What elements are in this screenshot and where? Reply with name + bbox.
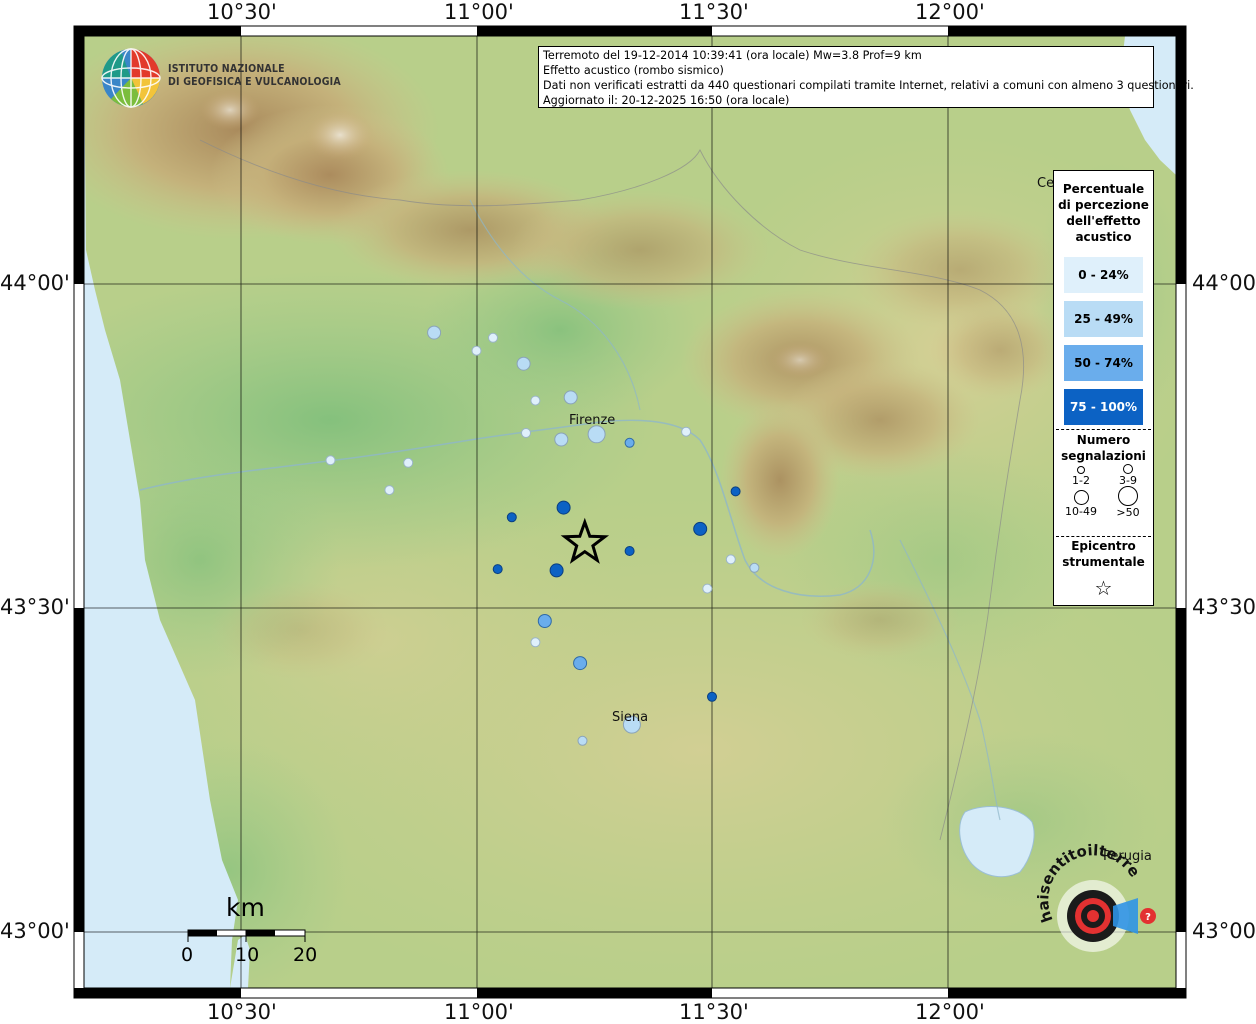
observation-point bbox=[624, 546, 635, 556]
observation-point bbox=[587, 425, 606, 444]
observation-point bbox=[702, 583, 713, 594]
terrain-layer bbox=[84, 36, 1176, 988]
data-note: Dati non verificati estratti da 440 ques… bbox=[543, 79, 1194, 92]
size-circle-icon bbox=[1073, 490, 1089, 505]
legend-swatch-50-74: 50 - 74% bbox=[1064, 345, 1143, 381]
legend-divider bbox=[1056, 536, 1151, 537]
bottom-axis-label: 11°00' bbox=[444, 1000, 514, 1024]
institute-line-1: ISTITUTO NAZIONALE bbox=[168, 63, 285, 75]
bottom-axis-label: 10°30' bbox=[207, 1000, 277, 1024]
legend-epicenter-line: Epicentro bbox=[1071, 539, 1136, 553]
legend-size-1-2: 1-2 bbox=[1056, 466, 1106, 487]
legend-epicenter-line: strumentale bbox=[1062, 555, 1145, 569]
svg-text:?: ? bbox=[1145, 912, 1151, 923]
legend-divider bbox=[1056, 429, 1151, 430]
observation-point bbox=[384, 485, 395, 496]
left-axis-label: 43°00' bbox=[0, 919, 70, 943]
observation-point bbox=[624, 437, 635, 448]
legend-size-10-49: 10-49 bbox=[1056, 490, 1106, 518]
top-axis-label: 10°30' bbox=[207, 0, 277, 24]
observation-point bbox=[681, 426, 692, 437]
observation-point bbox=[516, 356, 531, 371]
legend-title-line: Percentuale bbox=[1062, 182, 1145, 196]
observation-point bbox=[506, 512, 517, 523]
observation-point bbox=[749, 562, 760, 573]
legend-size-label: 1-2 bbox=[1072, 474, 1090, 487]
legend-size-over-50: >50 bbox=[1103, 486, 1153, 519]
legend-swatch-25-49: 25 - 49% bbox=[1064, 301, 1143, 337]
city-label-partial: Ce bbox=[1037, 176, 1055, 191]
legend-title: Percentuale di percezione dell'effetto a… bbox=[1054, 181, 1153, 245]
event-info-box: Terremoto del 19-12-2014 10:39:41 (ora l… bbox=[538, 46, 1194, 108]
observation-point bbox=[556, 500, 571, 515]
left-axis-label: 44°00' bbox=[0, 271, 70, 295]
left-axis-label: 43°30' bbox=[0, 595, 70, 619]
institute-line-2: DI GEOFISICA E VULCANOLOGIA bbox=[168, 76, 341, 88]
observation-point bbox=[325, 455, 336, 466]
effect-type: Effetto acustico (rombo sismico) bbox=[543, 64, 724, 77]
bottom-axis-label: 11°30' bbox=[679, 1000, 749, 1024]
observation-point bbox=[725, 554, 736, 565]
top-axis-label: 11°30' bbox=[679, 0, 749, 24]
legend-panel: Percentuale di percezione dell'effetto a… bbox=[1053, 170, 1154, 606]
right-axis-label: 43°30' bbox=[1192, 595, 1256, 619]
observation-point bbox=[488, 332, 498, 343]
observation-point bbox=[537, 614, 552, 628]
legend-title-line: acustico bbox=[1075, 230, 1132, 244]
observation-point bbox=[403, 457, 414, 468]
size-circle-icon bbox=[1118, 486, 1138, 506]
observation-point bbox=[573, 656, 588, 671]
observation-point bbox=[693, 521, 708, 536]
legend-count-title: Numero segnalazioni bbox=[1054, 432, 1153, 464]
observation-point bbox=[563, 390, 578, 405]
observation-point bbox=[521, 428, 531, 438]
observation-point bbox=[471, 345, 482, 356]
ingv-globe-logo bbox=[101, 48, 161, 108]
observation-point bbox=[530, 637, 541, 648]
legend-size-grid: 1-2 3-9 10-49 >50 bbox=[1054, 464, 1153, 536]
size-circle-icon bbox=[1077, 466, 1085, 474]
observation-point bbox=[549, 563, 564, 578]
top-axis-label: 12°00' bbox=[915, 0, 985, 24]
bottom-axis-label: 12°00' bbox=[915, 1000, 985, 1024]
scale-tick: 20 bbox=[293, 944, 318, 966]
top-axis-label: 11°00' bbox=[444, 0, 514, 24]
legend-title-line: dell'effetto bbox=[1066, 214, 1141, 228]
institute-name: ISTITUTO NAZIONALE DI GEOFISICA E VULCAN… bbox=[168, 63, 341, 89]
legend-swatch-75-100: 75 - 100% bbox=[1064, 389, 1143, 425]
observation-point bbox=[577, 735, 588, 746]
updated-at: Aggiornato il: 20-12-2025 16:50 (ora loc… bbox=[543, 94, 790, 107]
star-icon: ☆ bbox=[1094, 576, 1113, 600]
observation-point bbox=[730, 486, 741, 497]
legend-swatch-0-24: 0 - 24% bbox=[1064, 257, 1143, 293]
legend-size-3-9: 3-9 bbox=[1103, 464, 1153, 487]
legend-count-title-line: Numero bbox=[1076, 433, 1131, 447]
scale-tick: 10 bbox=[235, 944, 260, 966]
size-circle-icon bbox=[1123, 464, 1133, 474]
observation-point bbox=[554, 432, 569, 447]
right-axis-label: 44°00' bbox=[1192, 271, 1256, 295]
city-label-perugia: Perugia bbox=[1103, 849, 1152, 864]
event-title: Terremoto del 19-12-2014 10:39:41 (ora l… bbox=[543, 49, 922, 62]
legend-count-title-line: segnalazioni bbox=[1061, 449, 1146, 463]
observation-point bbox=[427, 325, 442, 340]
observation-point bbox=[492, 564, 503, 575]
observation-point bbox=[707, 691, 717, 702]
scale-tick: 0 bbox=[181, 944, 194, 966]
observation-point bbox=[530, 395, 541, 406]
scale-unit: km bbox=[226, 893, 265, 922]
right-axis-label: 43°00' bbox=[1192, 919, 1256, 943]
legend-title-line: di percezione bbox=[1058, 198, 1149, 212]
city-label-siena: Siena bbox=[612, 710, 649, 725]
legend-size-label: 10-49 bbox=[1065, 505, 1097, 518]
legend-epicenter-title: Epicentro strumentale bbox=[1054, 538, 1153, 570]
legend-size-label: >50 bbox=[1116, 506, 1140, 519]
city-label-firenze: Firenze bbox=[569, 413, 616, 428]
